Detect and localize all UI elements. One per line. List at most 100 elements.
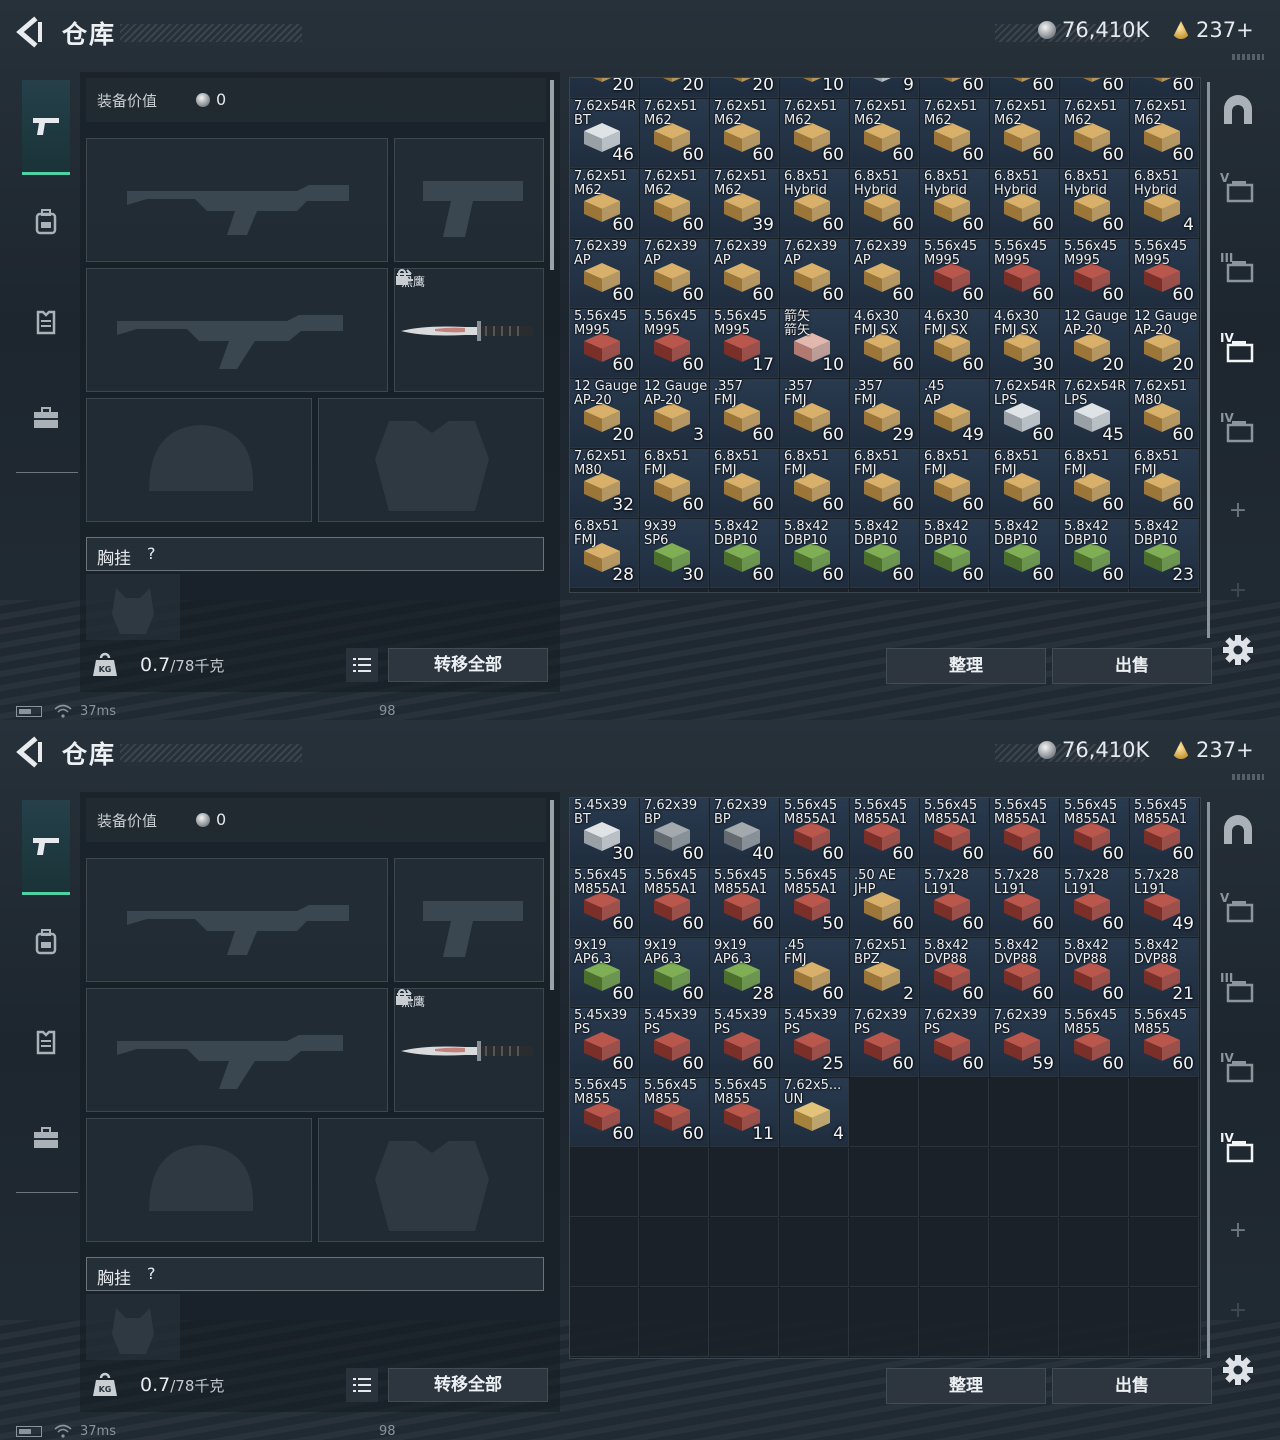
nav-armor[interactable] — [22, 276, 70, 368]
armor-slot[interactable] — [318, 1118, 544, 1242]
stash-cell[interactable] — [990, 1078, 1059, 1147]
stash-cell[interactable]: 5.56x45 M995 17 — [710, 309, 779, 378]
nav-weapons[interactable] — [22, 80, 70, 175]
tertiary-weapon-slot[interactable] — [86, 988, 388, 1112]
stash-cell[interactable]: 5.8x42 DVP88 21 — [1130, 938, 1199, 1007]
stash-cell[interactable]: 6.8x51 FMJ 60 — [710, 449, 779, 518]
safe-icon[interactable] — [1212, 80, 1264, 140]
stash-cell[interactable]: 5.56x45 M855A1 60 — [990, 798, 1059, 867]
stash-cell[interactable]: .50 AE JHP 60 — [850, 868, 919, 937]
stash-cell[interactable]: 5.56x45 M855 60 — [570, 1078, 639, 1147]
gold-currency[interactable]: 237+ — [1172, 738, 1254, 762]
stash-cell[interactable]: 7.62x39 AP 60 — [570, 239, 639, 308]
stash-cell[interactable]: 7.62x51 M62 60 — [710, 99, 779, 168]
stash-cell[interactable]: 5.56x45 M855 60 — [1130, 1008, 1199, 1077]
stash-cell[interactable]: 60 — [1130, 78, 1199, 98]
stash-cell[interactable]: 12 Gauge AP-20 20 — [1130, 309, 1199, 378]
stash-cell[interactable]: 7.62x51 M62 60 — [780, 99, 849, 168]
stash-cell[interactable]: 7.62x39 PS 60 — [920, 1008, 989, 1077]
settings-gear-icon[interactable] — [1222, 634, 1254, 666]
settings-gear-icon[interactable] — [1222, 1354, 1254, 1386]
stash-cell[interactable]: 60 — [1060, 78, 1129, 98]
primary-weapon-slot[interactable] — [86, 138, 388, 262]
stash-cell[interactable] — [920, 1078, 989, 1147]
stash-cell[interactable]: 5.56x45 M855 60 — [640, 1078, 709, 1147]
stash-cell[interactable]: 9x19 AP6.3 60 — [640, 938, 709, 1007]
stash-cell[interactable]: 5.8x42 DBP10 60 — [1060, 519, 1129, 588]
stash-cell[interactable]: 5.8x42 DBP10 60 — [850, 519, 919, 588]
stash-cell[interactable] — [1130, 1218, 1199, 1287]
stash-cell[interactable]: .357 FMJ 60 — [780, 379, 849, 448]
stash-cell[interactable]: 5.56x45 M855A1 50 — [780, 868, 849, 937]
nav-armor[interactable] — [22, 996, 70, 1088]
stash-cell[interactable] — [640, 589, 709, 592]
stash-cell[interactable] — [570, 589, 639, 592]
help-icon[interactable]: ? — [147, 1264, 156, 1283]
stash-cell[interactable]: 5.56x45 M855A1 60 — [920, 798, 989, 867]
stash-cell[interactable]: 5.56x45 M995 60 — [920, 239, 989, 308]
stash-cell[interactable] — [710, 1218, 779, 1287]
back-arrow-icon[interactable] — [14, 16, 44, 48]
add-tab-icon[interactable]: + — [1212, 1200, 1264, 1260]
stash-cell[interactable]: 5.8x42 DBP10 60 — [990, 519, 1059, 588]
stash-cell[interactable]: 12 Gauge AP-20 20 — [1060, 309, 1129, 378]
stash-cell[interactable]: 5.56x45 M995 60 — [1060, 239, 1129, 308]
stash-cell[interactable]: 7.62x51 M62 60 — [920, 99, 989, 168]
nav-weapons[interactable] — [22, 800, 70, 895]
stash-cell[interactable] — [990, 1148, 1059, 1217]
stash-cell[interactable]: 5.56x45 M855 60 — [1060, 1008, 1129, 1077]
stash-cell[interactable]: 7.62x51 M80 60 — [1130, 379, 1199, 448]
stash-cell[interactable]: 5.56x45 M995 60 — [1130, 239, 1199, 308]
armor-slot[interactable] — [318, 398, 544, 522]
stash-cell[interactable]: 6.8x51 FMJ 60 — [920, 449, 989, 518]
stash-cell[interactable] — [1060, 1148, 1129, 1217]
stash-cell[interactable]: 5.56x45 M995 60 — [570, 309, 639, 378]
stash-cell[interactable]: 6.8x51 Hybrid 60 — [990, 169, 1059, 238]
sell-button[interactable]: 出售 — [1052, 648, 1212, 684]
stash-cell[interactable] — [710, 1148, 779, 1217]
silver-currency[interactable]: 76,410K — [1038, 18, 1149, 42]
stash-cell[interactable]: 7.62x54R LPS 60 — [990, 379, 1059, 448]
stash-cell[interactable] — [990, 1218, 1059, 1287]
stash-cell[interactable]: .357 FMJ 60 — [710, 379, 779, 448]
equipment-scrollbar[interactable] — [550, 80, 554, 270]
stash-cell[interactable]: 6.8x51 Hybrid 60 — [920, 169, 989, 238]
stash-cell[interactable]: 20 — [640, 78, 709, 98]
stash-cell[interactable]: 4.6x30 FMJ SX 30 — [990, 309, 1059, 378]
stash-cell[interactable]: 6.8x51 Hybrid 60 — [1060, 169, 1129, 238]
stash-cell[interactable]: 9 — [850, 78, 919, 98]
help-icon[interactable]: ? — [147, 544, 156, 563]
stash-cell[interactable] — [570, 1218, 639, 1287]
stash-cell[interactable]: 12 Gauge AP-20 3 — [640, 379, 709, 448]
primary-weapon-slot[interactable] — [86, 858, 388, 982]
stash-cell[interactable]: 6.8x51 FMJ 60 — [1060, 449, 1129, 518]
stash-cell[interactable]: 5.8x42 DBP10 60 — [710, 519, 779, 588]
stash-cell[interactable]: 5.56x45 M855A1 60 — [570, 868, 639, 937]
stash-cell[interactable]: 7.62x51 M62 60 — [640, 169, 709, 238]
stash-cell[interactable]: 5.56x45 M995 60 — [990, 239, 1059, 308]
stash-cell[interactable]: 7.62x51 M62 60 — [1130, 99, 1199, 168]
stash-cell[interactable] — [640, 1218, 709, 1287]
safe-icon[interactable] — [1212, 800, 1264, 860]
stash-cell[interactable] — [920, 1288, 989, 1357]
stash-cell[interactable] — [850, 1218, 919, 1287]
stash-cell[interactable]: 7.62x51 M62 60 — [990, 99, 1059, 168]
stash-cell[interactable]: 7.62x39 PS 60 — [850, 1008, 919, 1077]
nav-briefcase[interactable] — [22, 372, 70, 464]
stash-cell[interactable]: 6.8x51 FMJ 60 — [1130, 449, 1199, 518]
stash-cell[interactable] — [990, 589, 1059, 592]
stash-cell[interactable]: 7.62x51 M62 60 — [640, 99, 709, 168]
stash-cell[interactable]: 5.45x39 PS 60 — [710, 1008, 779, 1077]
stash-cell[interactable]: 6.8x51 FMJ 60 — [640, 449, 709, 518]
stash-cell[interactable]: 5.8x42 DBP10 23 — [1130, 519, 1199, 588]
stash-cell[interactable]: 7.62x51 M80 32 — [570, 449, 639, 518]
stash-cell[interactable]: 6.8x51 FMJ 60 — [990, 449, 1059, 518]
silver-currency[interactable]: 76,410K — [1038, 738, 1149, 762]
stash-cell[interactable]: 5.56x45 M855A1 60 — [850, 798, 919, 867]
stash-cell[interactable]: 5.8x42 DVP88 60 — [1060, 938, 1129, 1007]
stash-cell[interactable]: 6.8x51 FMJ 60 — [850, 449, 919, 518]
stash-cell[interactable]: .45 AP 49 — [920, 379, 989, 448]
stash-cell[interactable]: 7.62x51 M62 60 — [1060, 99, 1129, 168]
stash-cell[interactable]: 7.62x39 AP 60 — [640, 239, 709, 308]
stash-cell[interactable]: 5.8x42 DBP10 60 — [780, 519, 849, 588]
